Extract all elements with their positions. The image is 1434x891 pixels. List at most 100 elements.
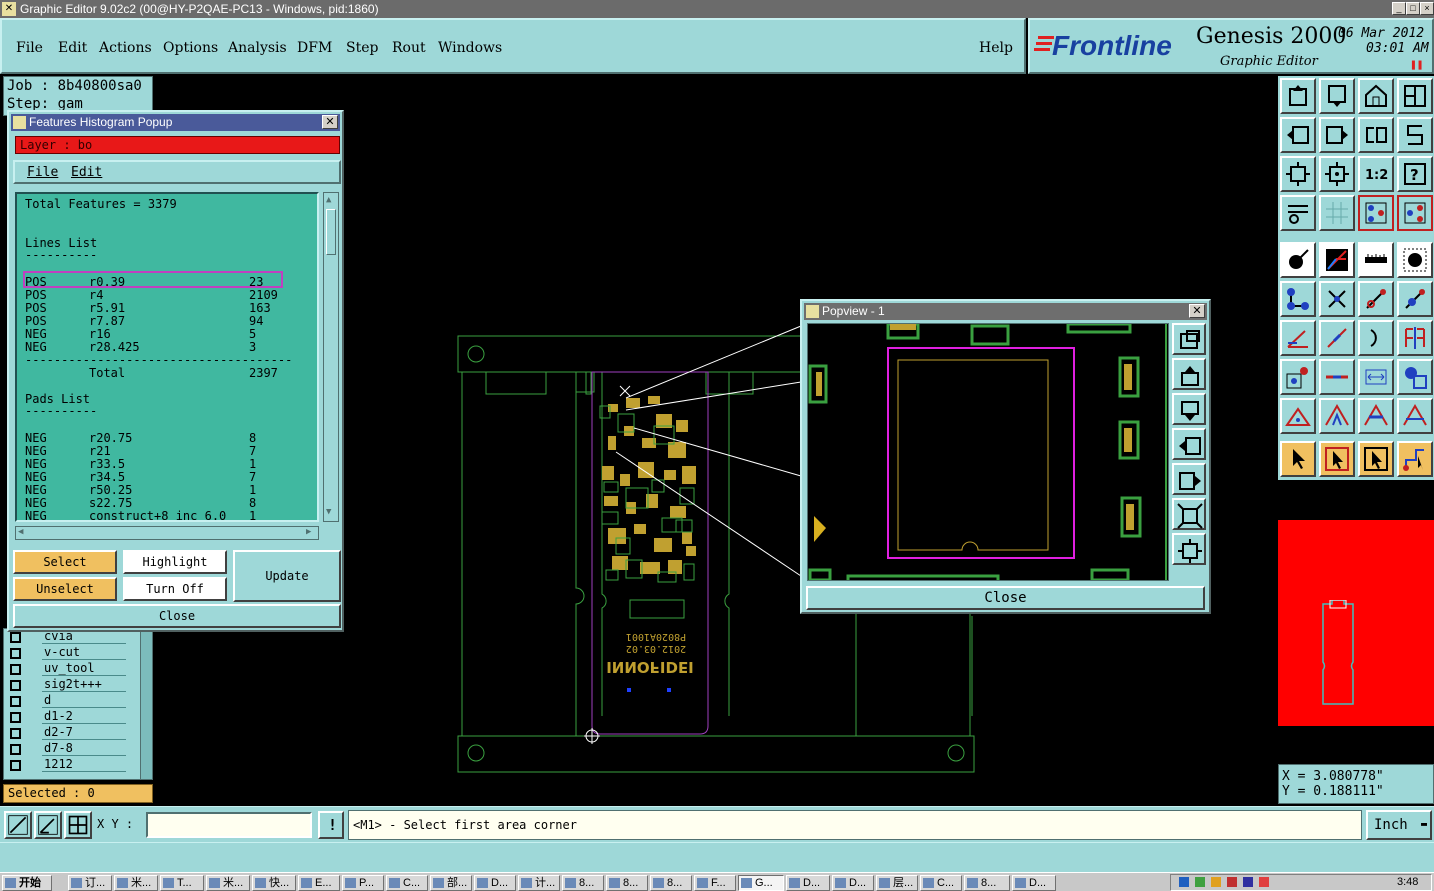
popview-close-button[interactable]: Close [806,586,1205,610]
taskbar-item[interactable]: 8... [650,875,692,891]
scroll-left-icon[interactable]: ◀ [18,527,23,537]
menu-help[interactable]: Help [979,40,1013,56]
layer-checkbox[interactable] [10,696,21,707]
menu-file[interactable]: File [16,40,43,56]
popview-fit-icon[interactable] [1172,498,1206,530]
taskbar-item[interactable]: P... [342,875,384,891]
tool-line-end-icon[interactable] [1358,281,1394,317]
tool-home-icon[interactable] [1358,78,1394,114]
minimize-button[interactable]: _ [1392,2,1406,15]
popview-zoom-out-icon[interactable] [1172,533,1206,565]
tray-update-icon[interactable] [1211,877,1221,887]
tool-line-snap-icon[interactable] [1397,281,1433,317]
tool-triangle-icon[interactable] [1280,398,1316,434]
grid-mode-icon[interactable] [64,811,92,839]
tool-align-icon[interactable] [1397,320,1433,356]
layer-checkbox[interactable] [10,760,21,771]
layer-name[interactable]: v-cut [42,645,126,660]
layer-name[interactable]: d7-8 [42,741,126,756]
tool-split-view-icon[interactable] [1397,78,1433,114]
menu-actions[interactable]: Actions [99,40,152,56]
tool-zoom-fit-icon[interactable] [1280,156,1316,192]
popup-close-icon[interactable]: ✕ [322,115,338,129]
tool-pointer-route-icon[interactable] [1397,441,1433,477]
close-window-button[interactable]: × [1420,2,1434,15]
layer-name[interactable]: 1212 [42,757,126,772]
taskbar-item[interactable]: D... [1012,875,1056,891]
scroll-right-icon[interactable]: ▶ [306,527,311,537]
tray-ime-icon[interactable] [1243,877,1253,887]
taskbar-item[interactable]: 8... [606,875,648,891]
update-button[interactable]: Update [233,550,341,602]
layer-row[interactable]: d1-2 [6,709,126,725]
taskbar-item[interactable]: 层... [876,875,918,891]
menu-step[interactable]: Step [346,40,378,56]
tool-angle-icon[interactable] [1319,242,1355,278]
tray-security-icon[interactable] [1195,877,1205,887]
histogram-list[interactable]: Total Features = 3379 Lines List -------… [15,192,319,522]
layer-name[interactable]: uv_tool [42,661,126,676]
taskbar-item[interactable]: F... [694,875,736,891]
tool-mirror-icon[interactable] [1397,117,1433,153]
taskbar-item[interactable]: D... [474,875,516,891]
info-icon[interactable]: ! [318,811,344,839]
tool-pan-right-icon[interactable] [1319,117,1355,153]
tool-scale-1-2-icon[interactable]: 1:2 [1358,156,1394,192]
popview-pan-down-icon[interactable] [1172,393,1206,425]
snap-mode-icon[interactable] [4,811,32,839]
layer-checkbox[interactable] [10,664,21,675]
tray-alert-icon[interactable] [1227,877,1237,887]
menu-rout[interactable]: Rout [392,40,426,56]
select-button[interactable]: Select [13,550,117,574]
layer-row[interactable]: d7-8 [6,741,126,757]
taskbar-item[interactable]: 8... [562,875,604,891]
layer-name[interactable]: sig2t+++ [42,677,126,692]
taskbar-item[interactable]: E... [298,875,340,891]
layer-checkbox[interactable] [10,744,21,755]
layer-row[interactable]: d [6,693,126,709]
popview-pan-up-icon[interactable] [1172,358,1206,390]
tool-distance-icon[interactable] [1358,359,1394,395]
layer-checkbox[interactable] [10,680,21,691]
xy-input[interactable] [146,812,312,838]
tool-diagonal-icon[interactable] [1319,320,1355,356]
taskbar-item[interactable]: C... [386,875,428,891]
layer-row[interactable]: v-cut [6,645,126,661]
tool-cross-icon[interactable] [1319,281,1355,317]
taskbar-item[interactable]: D... [832,875,874,891]
menu-windows[interactable]: Windows [438,40,502,56]
taskbar-item[interactable]: 米... [206,875,250,891]
layer-row[interactable]: sig2t+++ [6,677,126,693]
taskbar-item[interactable]: 快... [252,875,296,891]
menu-edit[interactable]: Edit [58,40,87,56]
popup-menu-file[interactable]: File [27,165,58,180]
menu-options[interactable]: Options [163,40,218,56]
list-vertical-scrollbar[interactable]: ▲ ▼ [323,192,339,522]
tool-group-icon[interactable] [1397,359,1433,395]
layer-scrollbar[interactable] [140,629,152,779]
tool-circle-select-icon[interactable] [1397,242,1433,278]
tool-pan-left-icon[interactable] [1280,117,1316,153]
tool-ruler-icon[interactable] [1358,242,1394,278]
layer-name[interactable]: d2-7 [42,725,126,740]
layer-list[interactable]: cvia v-cut uv_tool sig2t+++ d d1-2 d2-7 … [3,628,153,780]
taskbar-item[interactable]: D... [786,875,830,891]
layer-checkbox[interactable] [10,728,21,739]
popup-menu-edit[interactable]: Edit [71,165,102,180]
tool-point-icon[interactable] [1280,242,1316,278]
tool-triangle-fill-icon[interactable] [1358,398,1394,434]
tool-horizontal-icon[interactable] [1319,359,1355,395]
turn-off-button[interactable]: Turn Off [123,577,227,601]
layer-name[interactable]: d1-2 [42,709,126,724]
units-selector[interactable]: Inch ▬ [1366,810,1432,840]
tool-snap-alt-icon[interactable] [1397,195,1433,231]
tool-edit-point-icon[interactable] [1280,359,1316,395]
layer-row[interactable]: 1212 [6,757,126,773]
popview-pan-right-icon[interactable] [1172,463,1206,495]
measure-mode-icon[interactable] [34,811,62,839]
tool-pointer-select-icon[interactable] [1358,441,1394,477]
overview-map[interactable] [1278,484,1434,762]
tray-network-icon[interactable] [1179,877,1189,887]
popview-canvas[interactable] [807,323,1169,581]
layer-checkbox[interactable] [10,632,21,643]
